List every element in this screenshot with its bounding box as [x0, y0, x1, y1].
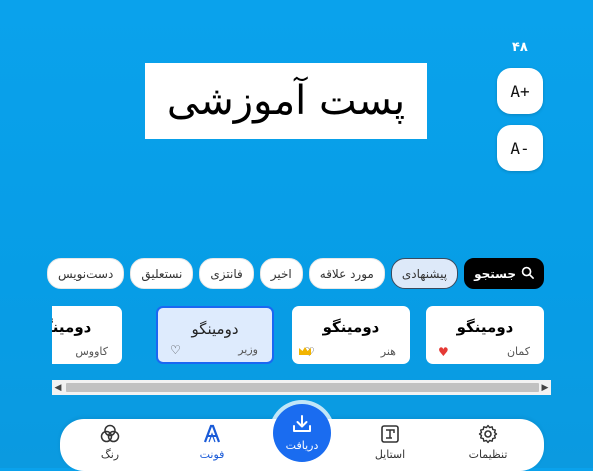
chip-fantasy[interactable]: فانتزی — [199, 258, 254, 289]
nav-font[interactable]: فونت — [172, 423, 252, 461]
search-icon — [521, 266, 534, 282]
chip-handwriting[interactable]: دست‌نویس — [46, 258, 125, 289]
download-icon — [292, 414, 312, 436]
font-name: کمان — [506, 345, 530, 358]
cards-scrollbar[interactable]: ◀ ▶ — [52, 380, 551, 395]
search-button[interactable]: جستجو — [464, 258, 544, 289]
nav-font-label: فونت — [199, 448, 225, 461]
font-sample: دومینگو — [191, 320, 239, 338]
search-label: جستجو — [474, 266, 516, 281]
download-label: دریافت — [285, 438, 319, 452]
heart-outline-icon[interactable]: ♡ — [170, 344, 181, 356]
crown-icon — [298, 345, 312, 359]
nav-settings-label: تنظیمات — [468, 448, 508, 461]
font-sample: دومینگو — [456, 318, 514, 336]
font-name: کاووس — [75, 345, 108, 358]
gear-icon — [478, 423, 498, 445]
font-category-chips: جستجو پیشنهادی مورد علاقه اخیر فانتزی نس… — [46, 258, 544, 289]
chip-nastaliq[interactable]: نستعلیق — [130, 258, 194, 289]
color-circles-icon — [99, 423, 121, 445]
scrollbar-thumb[interactable] — [66, 383, 539, 392]
font-card[interactable]: دومینگو کاووس ♡ — [52, 306, 122, 364]
font-cards-list: دومینگو کمان ♥ دومینگو هنر ♡ دومینگو وزی… — [52, 306, 545, 368]
font-size-readout: ۴۸ — [512, 40, 528, 55]
nav-color[interactable]: رنگ — [70, 423, 150, 461]
download-button[interactable]: دریافت — [273, 404, 331, 462]
nav-style[interactable]: استایل — [350, 423, 430, 461]
increase-size-button[interactable]: A+ — [497, 68, 543, 114]
nav-settings[interactable]: تنظیمات — [448, 423, 528, 461]
decrease-size-button[interactable]: A- — [497, 125, 543, 171]
nav-color-label: رنگ — [100, 448, 120, 461]
style-icon — [380, 423, 400, 445]
download-button-ring: دریافت — [269, 400, 335, 466]
chip-suggested[interactable]: پیشنهادی — [390, 258, 459, 289]
font-name: هنر — [380, 345, 396, 358]
font-sample: دومینگو — [322, 318, 380, 336]
chip-recent[interactable]: اخیر — [259, 258, 303, 289]
chip-favorites[interactable]: مورد علاقه — [308, 258, 385, 289]
font-sample: دومینگو — [52, 318, 92, 336]
font-card-selected[interactable]: دومینگو وزیر ♡ — [156, 306, 274, 364]
font-card[interactable]: دومینگو هنر ♡ — [292, 306, 410, 364]
font-name: وزیر — [238, 343, 258, 356]
nav-style-label: استایل — [374, 448, 406, 461]
text-preview: پست آموزشی — [145, 63, 427, 139]
scroll-left-icon[interactable]: ◀ — [52, 380, 64, 395]
scroll-right-icon[interactable]: ▶ — [539, 380, 551, 395]
heart-filled-icon[interactable]: ♥ — [438, 346, 449, 358]
font-card[interactable]: دومینگو کمان ♥ — [426, 306, 544, 364]
font-icon — [202, 423, 222, 445]
